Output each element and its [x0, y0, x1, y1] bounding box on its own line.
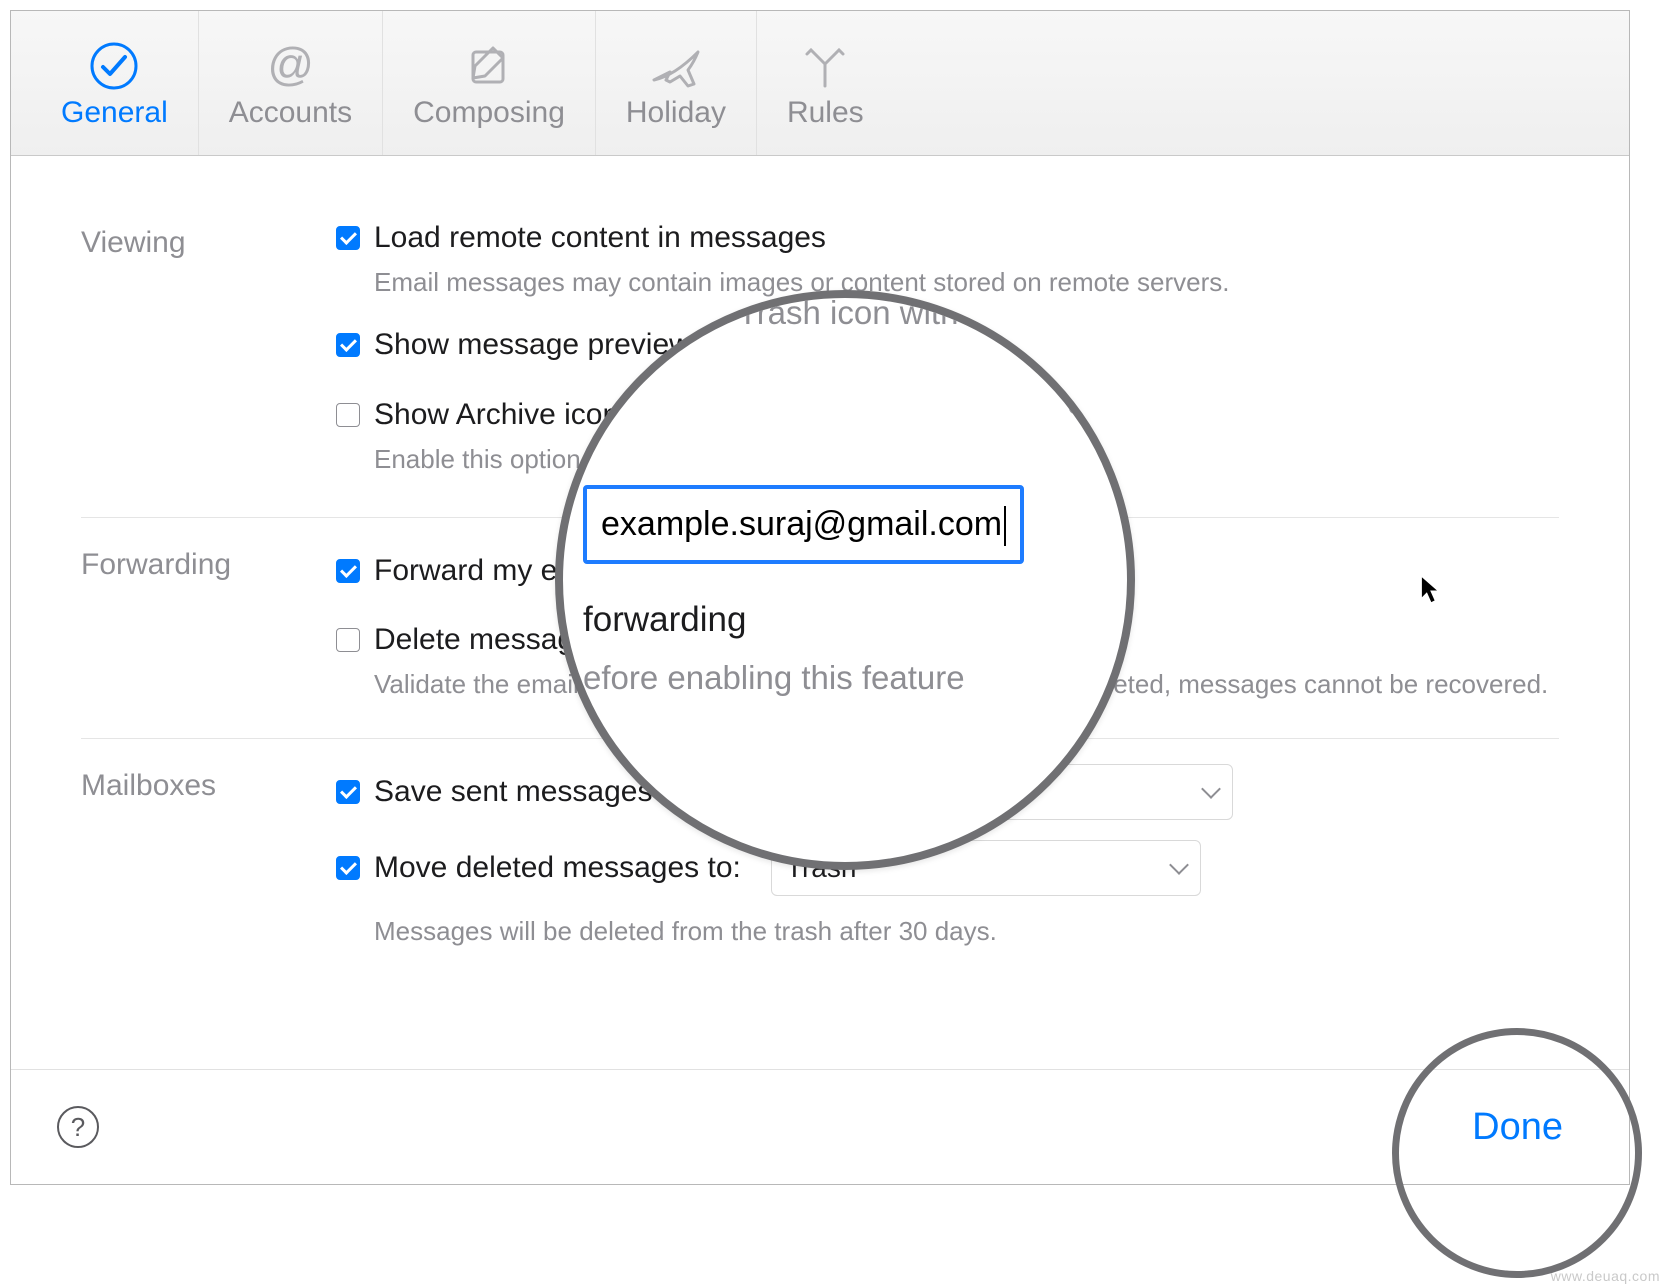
- tab-label: General: [61, 96, 168, 130]
- row-load-remote: Load remote content in messages: [336, 221, 1559, 255]
- section-heading: Viewing: [81, 221, 336, 487]
- show-archive-checkbox[interactable]: [336, 403, 360, 427]
- validate-help-part2: eted, messages cannot be recovered.: [1113, 669, 1548, 699]
- tab-label: Accounts: [229, 96, 352, 130]
- tab-label: Holiday: [626, 96, 726, 130]
- toolbar: General @ Accounts Composing Holiday Rul…: [11, 11, 1629, 156]
- watermark: www.deuaq.com: [1551, 1268, 1660, 1284]
- mouse-cursor-icon: [1420, 575, 1442, 605]
- forward-checkbox[interactable]: [336, 559, 360, 583]
- done-button[interactable]: Done: [1452, 1096, 1583, 1159]
- move-deleted-label: Move deleted messages to:: [374, 851, 741, 885]
- delete-after-forward-checkbox[interactable]: [336, 628, 360, 652]
- arrows-split-icon: [799, 36, 851, 96]
- help-button[interactable]: ?: [57, 1106, 99, 1148]
- mag-line-tail: on.: [583, 378, 1123, 428]
- section-heading: Forwarding: [81, 543, 336, 708]
- validate-help-part1: Validate the email: [374, 669, 579, 699]
- mag-line-before-enabling: efore enabling this feature: [583, 653, 1123, 703]
- chevron-down-icon: [1201, 779, 1221, 799]
- airplane-icon: [648, 36, 704, 96]
- tab-label: Composing: [413, 96, 565, 130]
- checkmark-circle-icon: [88, 36, 140, 96]
- tab-label: Rules: [787, 96, 864, 130]
- load-remote-label: Load remote content in messages: [374, 221, 826, 255]
- question-mark-icon: ?: [71, 1112, 85, 1143]
- mag-forward-email-input[interactable]: example.suraj@gmail.com: [583, 485, 1024, 564]
- done-label: Done: [1472, 1106, 1563, 1148]
- magnifier-callout: ne Trash icon with the on. example.suraj…: [555, 290, 1135, 870]
- tab-composing[interactable]: Composing: [383, 11, 596, 155]
- compose-icon: [463, 36, 515, 96]
- mag-input-value: example.suraj@gmail.com: [601, 505, 1002, 543]
- forward-label: Forward my e: [374, 554, 557, 588]
- delete-after-forward-label: Delete messag: [374, 623, 574, 657]
- move-deleted-checkbox[interactable]: [336, 856, 360, 880]
- show-previews-checkbox[interactable]: [336, 333, 360, 357]
- mag-line-trash: ne Trash icon with the: [583, 290, 1123, 338]
- at-sign-icon: @: [264, 36, 316, 96]
- section-heading: Mailboxes: [81, 764, 336, 977]
- chevron-down-icon: [1169, 855, 1189, 875]
- svg-text:@: @: [267, 40, 314, 90]
- tab-rules[interactable]: Rules: [757, 11, 894, 155]
- text-caret: [1004, 506, 1006, 546]
- tab-general[interactable]: General: [31, 11, 199, 155]
- magnifier-content: ne Trash icon with the on. example.suraj…: [555, 290, 1135, 732]
- tab-accounts[interactable]: @ Accounts: [199, 11, 383, 155]
- tab-holiday[interactable]: Holiday: [596, 11, 757, 155]
- load-remote-help: Email messages may contain images or con…: [374, 265, 1559, 300]
- mag-line-forwarding: forwarding: [583, 594, 1123, 647]
- footer: ? Done: [11, 1069, 1629, 1184]
- load-remote-checkbox[interactable]: [336, 226, 360, 250]
- save-sent-checkbox[interactable]: [336, 780, 360, 804]
- trash-help: Messages will be deleted from the trash …: [374, 914, 1559, 949]
